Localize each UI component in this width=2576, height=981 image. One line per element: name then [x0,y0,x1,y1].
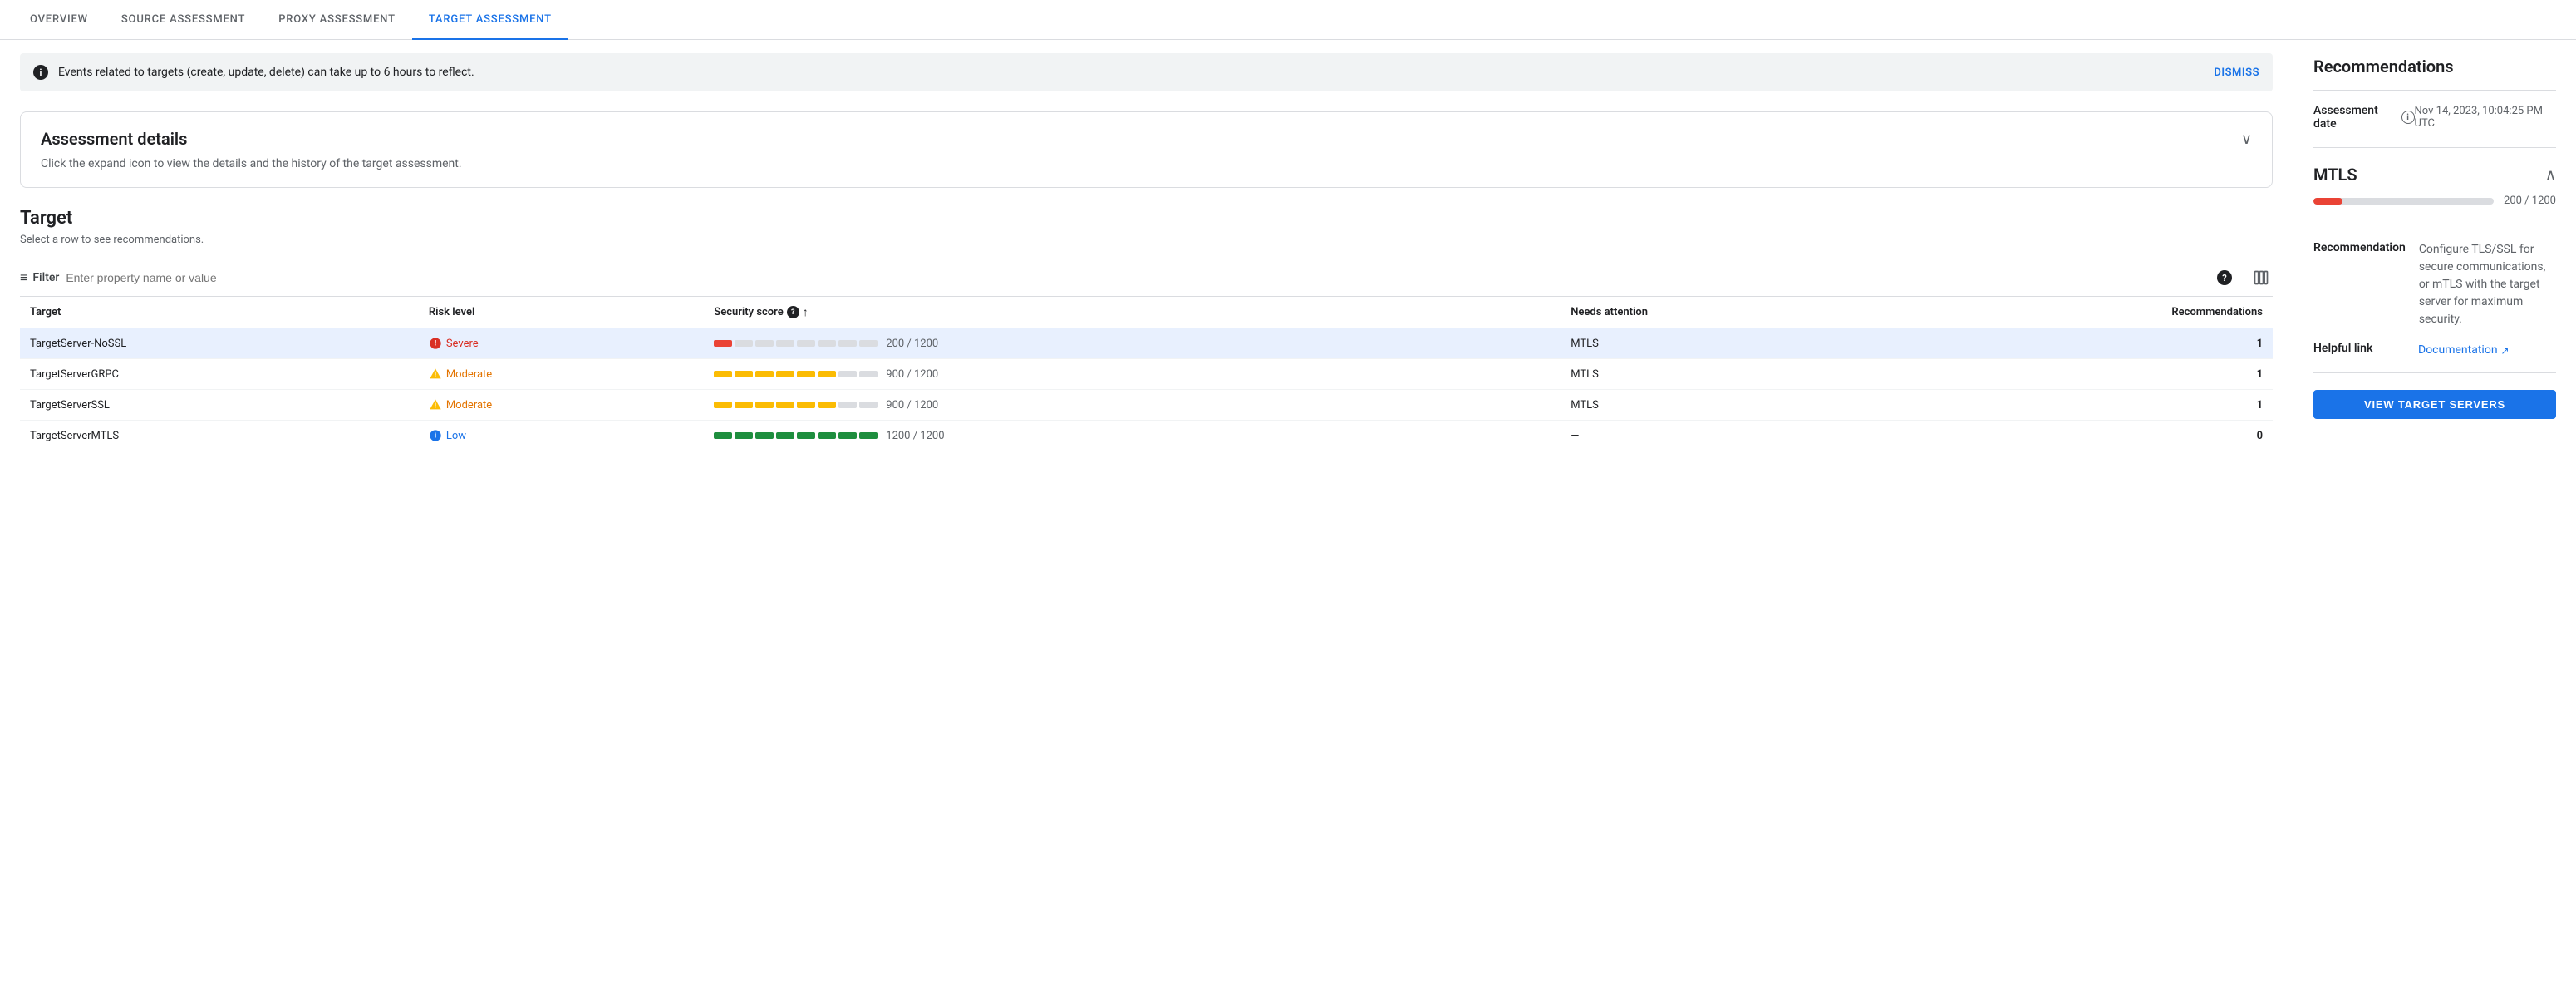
assessment-details-description: Click the expand icon to view the detail… [41,157,462,170]
filter-label: Filter [32,271,59,284]
mtls-score-bar [2313,198,2494,205]
external-link-icon: ↗ [2501,343,2510,358]
mtls-score-row: 200 / 1200 [2313,195,2556,224]
recommendations-sidebar: Recommendations Assessment date i Nov 14… [2293,40,2576,978]
mtls-score-bar-fill [2313,198,2342,205]
col-header-target: Target [20,297,419,328]
target-section: Target Select a row to see recommendatio… [20,208,2273,451]
mtls-helpful-link-row: Helpful link Documentation ↗ [2313,342,2556,359]
filter-bar: ≡ Filter ? [20,259,2273,296]
tab-source-assessment[interactable]: SOURCE ASSESSMENT [105,0,262,39]
cell-risk: i Low [419,421,704,451]
banner-info-icon: i [33,65,48,80]
filter-label-group: ≡ Filter [20,269,59,286]
mtls-title: MTLS [2313,165,2357,185]
col-header-needs-attention: Needs attention [1561,297,1893,328]
cell-needs-attention: — [1561,421,1893,451]
table-row[interactable]: TargetServerSSL ! Moderate 900 / 1200 MT… [20,390,2273,421]
assessment-date-value: Nov 14, 2023, 10:04:25 PM UTC [2415,105,2556,130]
target-section-title: Target [20,208,2273,229]
tab-target-assessment[interactable]: TARGET ASSESSMENT [412,0,568,39]
assessment-date-row: Assessment date i Nov 14, 2023, 10:04:25… [2313,104,2556,148]
cell-needs-attention: MTLS [1561,390,1893,421]
cell-target: TargetServerMTLS [20,421,419,451]
info-banner: i Events related to targets (create, upd… [20,53,2273,91]
col-header-risk: Risk level [419,297,704,328]
cell-risk: ! Moderate [419,359,704,390]
mtls-recommendation-label: Recommendation [2313,241,2406,328]
main-content: i Events related to targets (create, upd… [0,40,2293,978]
mtls-helpful-link-label: Helpful link [2313,342,2405,359]
help-icon: ? [2217,270,2232,285]
cell-recommendations: 0 [1893,421,2273,451]
filter-input[interactable] [66,271,2206,284]
help-icon-btn[interactable]: ? [2213,266,2236,289]
cell-score: 900 / 1200 [704,390,1561,421]
mtls-recommendation-text: Configure TLS/SSL for secure communicati… [2419,241,2556,328]
cell-recommendations: 1 [1893,328,2273,359]
table-row[interactable]: TargetServerGRPC ! Moderate 900 / 1200 M… [20,359,2273,390]
svg-text:!: ! [435,371,436,378]
mtls-documentation-link[interactable]: Documentation ↗ [2418,342,2556,359]
cell-risk: ! Moderate [419,390,704,421]
sort-icon[interactable]: ↑ [803,305,809,319]
cell-recommendations: 1 [1893,390,2273,421]
filter-actions: ? [2213,266,2273,289]
mtls-score-text: 200 / 1200 [2504,195,2556,207]
view-target-servers-button[interactable]: VIEW TARGET SERVERS [2313,390,2556,419]
cell-score: 900 / 1200 [704,359,1561,390]
mtls-recommendation-row: Recommendation Configure TLS/SSL for sec… [2313,241,2556,328]
assessment-date-label: Assessment date i [2313,104,2415,131]
cell-target: TargetServerSSL [20,390,419,421]
sidebar-title: Recommendations [2313,57,2556,91]
filter-icon: ≡ [20,269,27,286]
col-header-recommendations: Recommendations [1893,297,2273,328]
cell-needs-attention: MTLS [1561,359,1893,390]
tab-proxy-assessment[interactable]: PROXY ASSESSMENT [262,0,412,39]
table-row[interactable]: TargetServerMTLS i Low 1200 / 1200 — 0 [20,421,2273,451]
cell-score: 200 / 1200 [704,328,1561,359]
col-header-score: Security score ? ↑ [704,297,1561,328]
assessment-date-info-icon[interactable]: i [2401,111,2415,124]
svg-text:i: i [435,432,436,440]
sidebar-divider [2313,372,2556,373]
table-row[interactable]: TargetServer-NoSSL ! Severe 200 / 1200 M… [20,328,2273,359]
cell-target: TargetServerGRPC [20,359,419,390]
columns-icon [2253,269,2269,286]
mtls-section: MTLS ∧ 200 / 1200 Recommendation Configu… [2313,165,2556,359]
chevron-down-icon[interactable]: ∨ [2241,131,2252,148]
assessment-details-title: Assessment details [41,129,187,149]
cell-needs-attention: MTLS [1561,328,1893,359]
score-help-icon[interactable]: ? [787,306,799,318]
svg-text:!: ! [435,402,436,409]
target-table: Target Risk level Security score ? ↑ [20,296,2273,451]
assessment-details-card: Assessment details ∨ Click the expand ic… [20,111,2273,188]
dismiss-button[interactable]: DISMISS [2214,67,2259,79]
mtls-helpful-link-value: Documentation ↗ [2418,342,2556,359]
mtls-chevron-up-icon[interactable]: ∧ [2545,166,2556,184]
banner-text: Events related to targets (create, updat… [58,66,2204,79]
cell-score: 1200 / 1200 [704,421,1561,451]
tab-overview[interactable]: OVERVIEW [13,0,105,39]
cell-target: TargetServer-NoSSL [20,328,419,359]
cell-risk: ! Severe [419,328,704,359]
tab-bar: OVERVIEW SOURCE ASSESSMENT PROXY ASSESSM… [0,0,2576,40]
target-section-subtitle: Select a row to see recommendations. [20,234,2273,246]
columns-icon-btn[interactable] [2249,266,2273,289]
cell-recommendations: 1 [1893,359,2273,390]
